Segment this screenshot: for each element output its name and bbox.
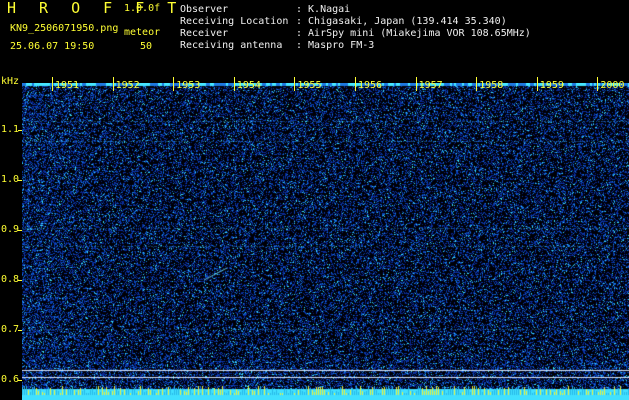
x-tick-1953: 1953 (176, 80, 201, 91)
x-tick-mark (233, 77, 235, 91)
antenna-value: : Maspro FM-3 (296, 40, 375, 51)
x-tick-2000: 2000 (600, 80, 625, 91)
x-tick-1959: 1959 (539, 80, 564, 91)
x-tick-mark (355, 77, 356, 91)
x-tick-mark (415, 77, 417, 91)
antenna-label: Receiving antenna (180, 40, 283, 51)
x-tick-1955: 1955 (297, 80, 322, 91)
x-tick-1952: 1952 (115, 80, 140, 91)
x-tick-mark (536, 77, 538, 91)
waterfall-plot (22, 83, 629, 400)
x-tick-1954: 1954 (236, 80, 261, 91)
meteor-count: 50 (140, 41, 153, 52)
filename-label: KN9_2506071950.png (10, 23, 119, 34)
x-tick-mark (294, 77, 296, 91)
location-label: Receiving Location (180, 16, 289, 27)
meteor-label: meteor (124, 27, 161, 38)
datetime-label: 25.06.07 19:50 (10, 41, 95, 52)
x-tick-mark (597, 77, 599, 91)
location-value: : Chigasaki, Japan (139.414 35.340) (296, 16, 507, 27)
receiver-value: : AirSpy mini (Miakejima VOR 108.65MHz) (296, 28, 531, 39)
x-tick-1958: 1958 (479, 80, 504, 91)
observer-label: Observer (180, 4, 229, 15)
x-tick-mark (173, 77, 175, 91)
x-tick-1957: 1957 (418, 80, 443, 91)
x-tick-mark (52, 77, 53, 91)
waterfall-canvas (22, 83, 629, 400)
version-label: 1.0.0f (124, 3, 161, 14)
x-tick-1956: 1956 (358, 80, 383, 91)
x-tick-mark (476, 77, 478, 91)
hrofft-window: H R O F F T 1.0.0f KN9_2506071950.png me… (0, 0, 629, 400)
x-tick-mark (112, 77, 114, 91)
observer-value: : K.Nagai (296, 4, 351, 15)
x-tick-1951: 1951 (55, 80, 80, 91)
receiver-label: Receiver (180, 28, 229, 39)
